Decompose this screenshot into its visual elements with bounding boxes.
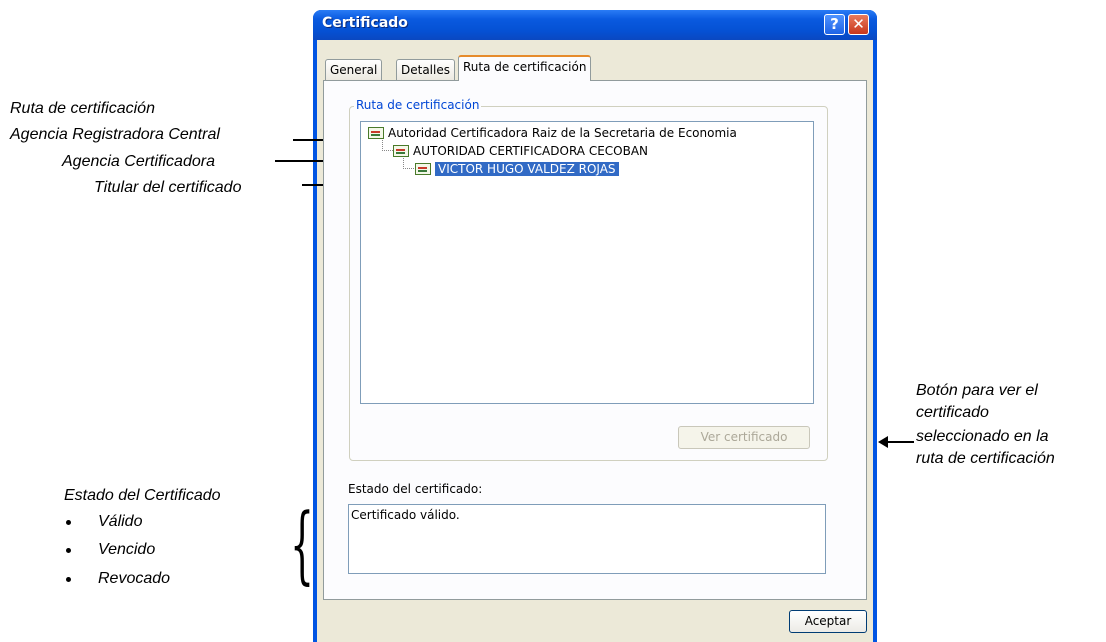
dialog-body: General Detalles Ruta de certificación R…	[317, 40, 873, 642]
bullet	[66, 520, 71, 525]
certificate-dialog: Certificado ? ✕ General Detalles Ruta de…	[313, 10, 877, 642]
certificate-icon	[368, 127, 384, 139]
certificate-icon	[393, 145, 409, 157]
tree-item-label: Autoridad Certificadora Raiz de la Secre…	[388, 126, 737, 140]
status-label: Estado del certificado:	[348, 482, 483, 496]
annotation-status-expired: Vencido	[98, 541, 156, 558]
tree-item-root-ca[interactable]: Autoridad Certificadora Raiz de la Secre…	[368, 124, 737, 142]
annotation-intermediate-ca: Agencia Certificadora	[62, 153, 215, 170]
annotation-view-button-line1: Botón para ver el	[916, 382, 1038, 399]
bullet	[66, 548, 71, 553]
help-button[interactable]: ?	[824, 14, 845, 35]
annotation-path-title: Ruta de certificación	[10, 100, 155, 117]
tree-item-holder[interactable]: VICTOR HUGO VALDEZ ROJAS	[415, 160, 619, 178]
ok-button[interactable]: Aceptar	[789, 610, 867, 633]
certificate-icon	[415, 163, 431, 175]
arrow-view-button	[878, 436, 914, 448]
bullet	[66, 577, 71, 582]
annotation-view-button-line4: ruta de certificación	[916, 450, 1055, 467]
window-title: Certificado	[322, 15, 408, 31]
tab-certification-path[interactable]: Ruta de certificación	[458, 55, 592, 81]
tab-general[interactable]: General	[325, 59, 383, 80]
status-field[interactable]: Certificado válido.	[348, 504, 826, 574]
annotation-root-ca: Agencia Registradora Central	[10, 126, 220, 143]
annotation-status-valid: Válido	[98, 513, 143, 530]
title-bar[interactable]: Certificado ? ✕	[313, 10, 877, 40]
close-button[interactable]: ✕	[848, 14, 869, 35]
tab-panel: Ruta de certificación Autoridad Certific…	[323, 80, 867, 600]
annotation-status-revoked: Revocado	[98, 570, 171, 587]
annotation-status-title: Estado del Certificado	[64, 487, 221, 504]
certification-path-tree[interactable]: Autoridad Certificadora Raiz de la Secre…	[360, 121, 814, 404]
annotation-view-button-line3: seleccionado en la	[916, 428, 1049, 445]
annotation-view-button-line2: certificado	[916, 404, 989, 421]
group-legend: Ruta de certificación	[354, 98, 482, 112]
view-certificate-button[interactable]: Ver certificado	[678, 426, 810, 449]
brace: {	[290, 495, 315, 593]
tree-item-intermediate-ca[interactable]: AUTORIDAD CERTIFICADORA CECOBAN	[393, 142, 648, 160]
tree-item-label: VICTOR HUGO VALDEZ ROJAS	[435, 162, 619, 176]
tab-details[interactable]: Detalles	[396, 59, 455, 80]
annotation-holder: Titular del certificado	[94, 179, 242, 196]
tree-item-label: AUTORIDAD CERTIFICADORA CECOBAN	[413, 144, 649, 158]
